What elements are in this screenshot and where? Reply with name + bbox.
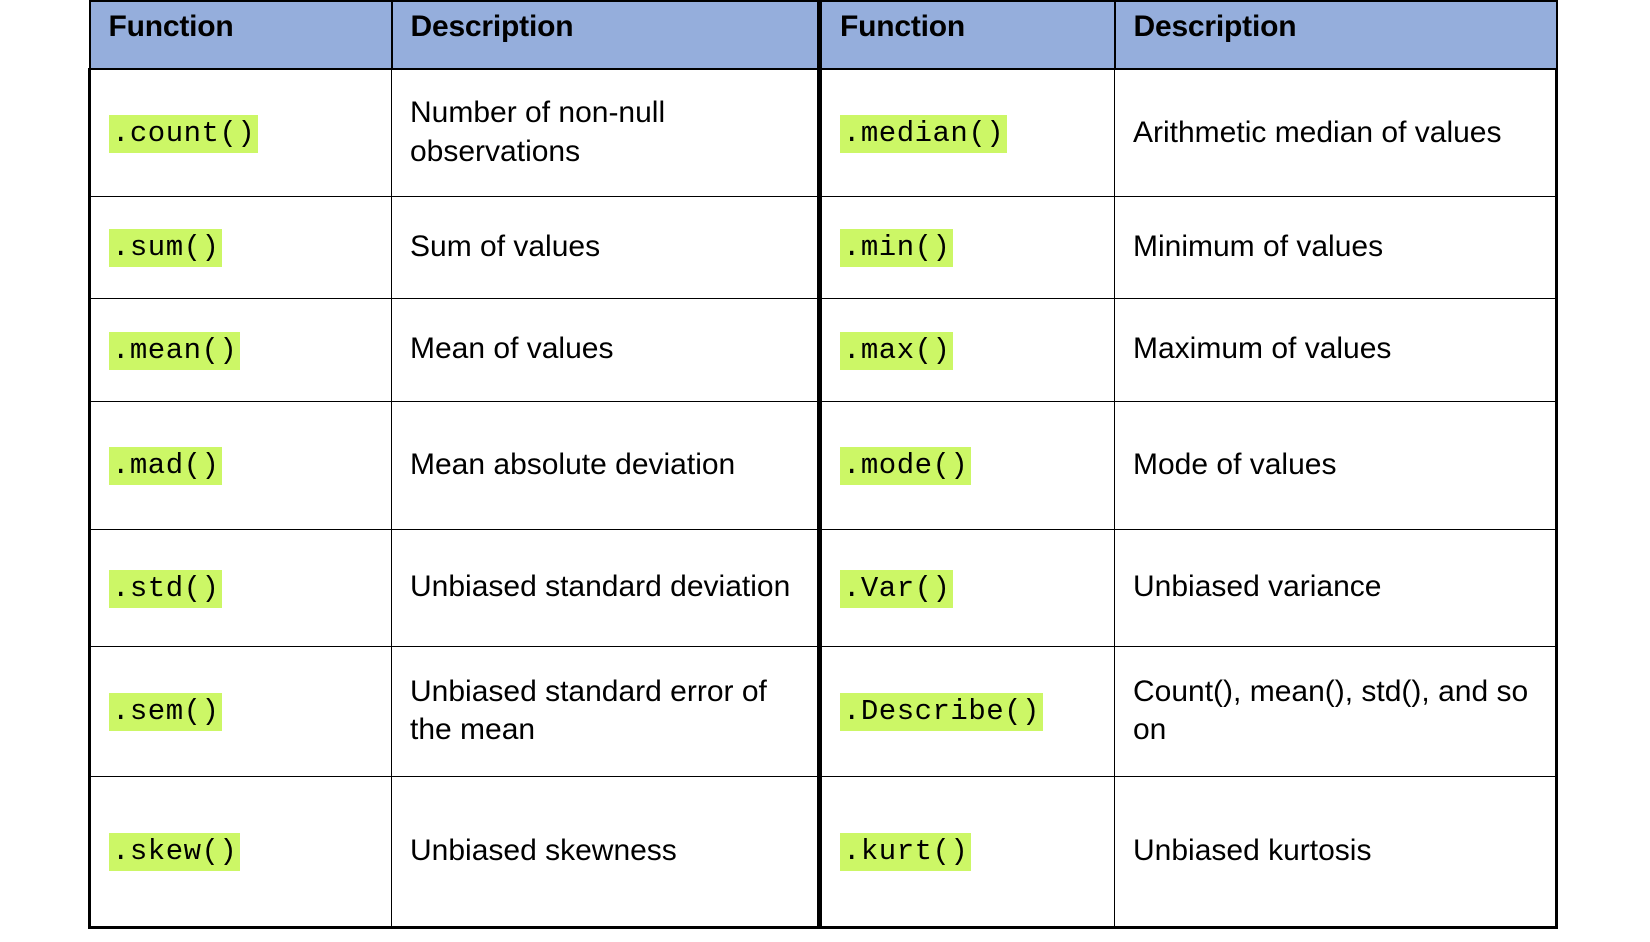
description-text: Unbiased kurtosis	[1133, 833, 1372, 867]
function-cell: .kurt()	[817, 775, 1115, 929]
function-name-code: .sem()	[109, 693, 223, 732]
table-row: .mad() Mean absolute deviation .mode() M…	[88, 400, 1558, 530]
function-name-code: .kurt()	[840, 833, 972, 872]
function-name-code: .mean()	[109, 331, 241, 370]
function-name-code: .Describe()	[840, 693, 1043, 732]
description-cell: Mean of values	[391, 297, 820, 402]
description-text: Mean absolute deviation	[410, 447, 736, 481]
description-cell: Unbiased standard error of the mean	[391, 645, 820, 777]
description-text: Unbiased standard deviation	[410, 570, 791, 604]
slide-canvas: Function Description Function Descriptio…	[0, 0, 1650, 942]
description-cell: Count(), mean(), std(), and so on	[1114, 645, 1558, 777]
description-text: Mean of values	[410, 332, 614, 366]
function-name-code: .median()	[840, 115, 1008, 154]
description-text: Count(), mean(), std(), and so on	[1133, 674, 1529, 746]
description-cell: Arithmetic median of values	[1114, 68, 1558, 197]
description-text: Sum of values	[410, 229, 601, 263]
function-cell: .median()	[817, 68, 1115, 197]
description-text: Unbiased skewness	[410, 833, 677, 867]
column-header-function-right: Function	[817, 0, 1116, 70]
function-cell: .mean()	[88, 297, 392, 402]
description-cell: Maximum of values	[1114, 297, 1558, 402]
description-text: Minimum of values	[1133, 229, 1384, 263]
table-row: .count() Number of non-null observations…	[88, 68, 1558, 197]
function-cell: .sem()	[88, 645, 392, 777]
function-cell: .max()	[817, 297, 1115, 402]
function-name-code: .max()	[840, 331, 954, 370]
description-cell: Unbiased variance	[1114, 528, 1558, 647]
description-cell: Number of non-null observations	[391, 68, 820, 197]
function-name-code: .mad()	[109, 447, 223, 486]
function-name-code: .Var()	[840, 569, 954, 608]
function-cell: .mad()	[88, 400, 392, 530]
table-row: .mean() Mean of values .max() Maximum of…	[88, 297, 1558, 402]
description-text: Maximum of values	[1133, 332, 1392, 366]
table-row: .sem() Unbiased standard error of the me…	[88, 645, 1558, 777]
table-header: Function Description Function Descriptio…	[88, 0, 1558, 70]
table-row: .std() Unbiased standard deviation .Var(…	[88, 528, 1558, 647]
column-header-function-left: Function	[88, 0, 393, 70]
function-name-code: .sum()	[109, 229, 223, 268]
function-reference-table: Function Description Function Descriptio…	[88, 0, 1558, 929]
column-header-description-right: Description	[1113, 0, 1558, 70]
function-cell: .sum()	[88, 195, 392, 299]
column-header-description-left: Description	[390, 0, 821, 70]
function-name-code: .skew()	[109, 833, 241, 872]
header-row: Function Description Function Descriptio…	[88, 0, 1558, 70]
description-cell: Sum of values	[391, 195, 820, 299]
description-cell: Mode of values	[1114, 400, 1558, 530]
description-cell: Unbiased kurtosis	[1114, 775, 1558, 929]
description-cell: Mean absolute deviation	[391, 400, 820, 530]
function-cell: .count()	[88, 68, 392, 197]
table-row: .skew() Unbiased skewness .kurt() Unbias…	[88, 775, 1558, 929]
function-cell: .Describe()	[817, 645, 1115, 777]
description-cell: Unbiased standard deviation	[391, 528, 820, 647]
function-cell: .std()	[88, 528, 392, 647]
description-cell: Minimum of values	[1114, 195, 1558, 299]
description-text: Mode of values	[1133, 447, 1337, 481]
function-cell: .Var()	[817, 528, 1115, 647]
function-name-code: .min()	[840, 229, 954, 268]
description-text: Number of non-null observations	[410, 96, 666, 168]
function-name-code: .mode()	[840, 447, 972, 486]
function-cell: .min()	[817, 195, 1115, 299]
description-text: Unbiased standard error of the mean	[410, 674, 767, 746]
table-body: .count() Number of non-null observations…	[88, 68, 1558, 929]
description-text: Unbiased variance	[1133, 570, 1382, 604]
function-cell: .mode()	[817, 400, 1115, 530]
function-name-code: .std()	[109, 569, 223, 608]
function-name-code: .count()	[109, 115, 259, 154]
table-row: .sum() Sum of values .min() Minimum of v…	[88, 195, 1558, 299]
description-text: Arithmetic median of values	[1133, 115, 1502, 149]
function-cell: .skew()	[88, 775, 392, 929]
description-cell: Unbiased skewness	[391, 775, 820, 929]
